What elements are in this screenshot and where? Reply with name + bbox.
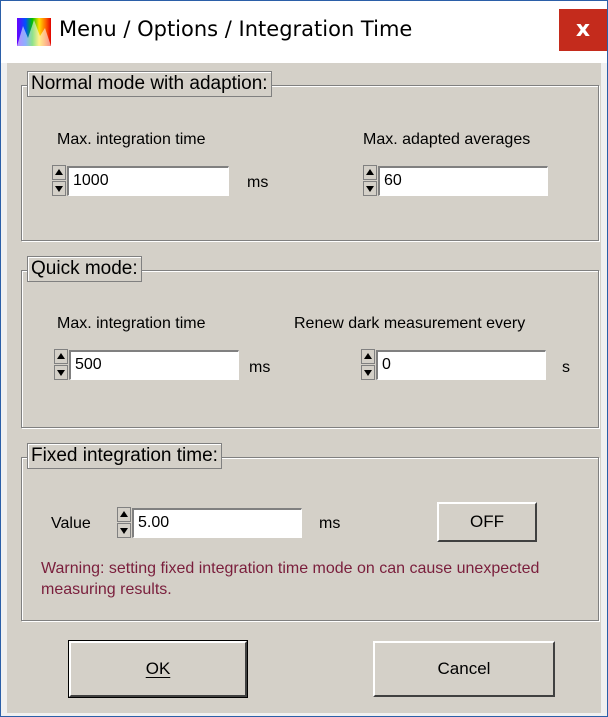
close-button[interactable]: x [559,9,607,51]
title-bar[interactable]: Menu / Options / Integration Time x [1,1,607,63]
normal-max-time-spinner[interactable] [52,165,66,197]
spin-up-icon[interactable] [363,165,377,180]
spin-up-icon[interactable] [117,507,131,522]
normal-max-avg-label: Max. adapted averages [363,131,531,148]
quick-max-time-input[interactable]: 500 [69,350,239,380]
group-frame [21,85,599,241]
group-frame [21,270,599,428]
ok-button[interactable]: OK [68,640,248,698]
fixed-mode-group: Fixed integration time: Value 5.00 ms OF… [21,443,599,621]
fixed-toggle-button[interactable]: OFF [437,502,537,542]
fixed-value-spinner[interactable] [117,507,131,539]
spin-up-icon[interactable] [52,165,66,180]
normal-max-time-unit: ms [247,174,269,191]
renew-dark-input[interactable]: 0 [376,350,546,380]
normal-max-time-label: Max. integration time [57,131,206,148]
fixed-value-unit: ms [319,515,341,532]
spin-down-icon[interactable] [54,365,68,380]
fixed-value-input[interactable]: 5.00 [132,508,302,538]
normal-max-avg-input[interactable]: 60 [378,166,548,196]
quick-mode-legend: Quick mode: [27,256,142,282]
normal-mode-legend: Normal mode with adaption: [27,71,272,97]
cancel-button[interactable]: Cancel [373,641,555,697]
quick-max-time-label: Max. integration time [57,315,206,332]
renew-dark-unit: s [562,359,570,376]
spectrum-app-icon [17,18,51,46]
window-title: Menu / Options / Integration Time [59,17,413,41]
spin-down-icon[interactable] [52,181,66,196]
dialog-body: Normal mode with adaption: Max. integrat… [7,63,601,713]
spin-down-icon[interactable] [361,365,375,380]
quick-max-time-unit: ms [249,359,271,376]
renew-dark-spinner[interactable] [361,349,375,381]
ok-button-label: OK [145,659,171,678]
fixed-mode-legend: Fixed integration time: [27,443,222,469]
quick-mode-group: Quick mode: Max. integration time 500 ms… [21,256,599,428]
renew-dark-label: Renew dark measurement every [294,315,526,332]
spin-down-icon[interactable] [117,523,131,538]
normal-max-avg-spinner[interactable] [363,165,377,197]
spin-down-icon[interactable] [363,181,377,196]
integration-time-dialog: Menu / Options / Integration Time x Norm… [0,0,608,717]
normal-max-time-input[interactable]: 1000 [67,166,229,196]
normal-mode-group: Normal mode with adaption: Max. integrat… [21,71,599,241]
spin-up-icon[interactable] [54,349,68,364]
spin-up-icon[interactable] [361,349,375,364]
fixed-value-label: Value [51,515,91,532]
fixed-warning-text: Warning: setting fixed integration time … [41,560,540,598]
quick-max-time-spinner[interactable] [54,349,68,381]
